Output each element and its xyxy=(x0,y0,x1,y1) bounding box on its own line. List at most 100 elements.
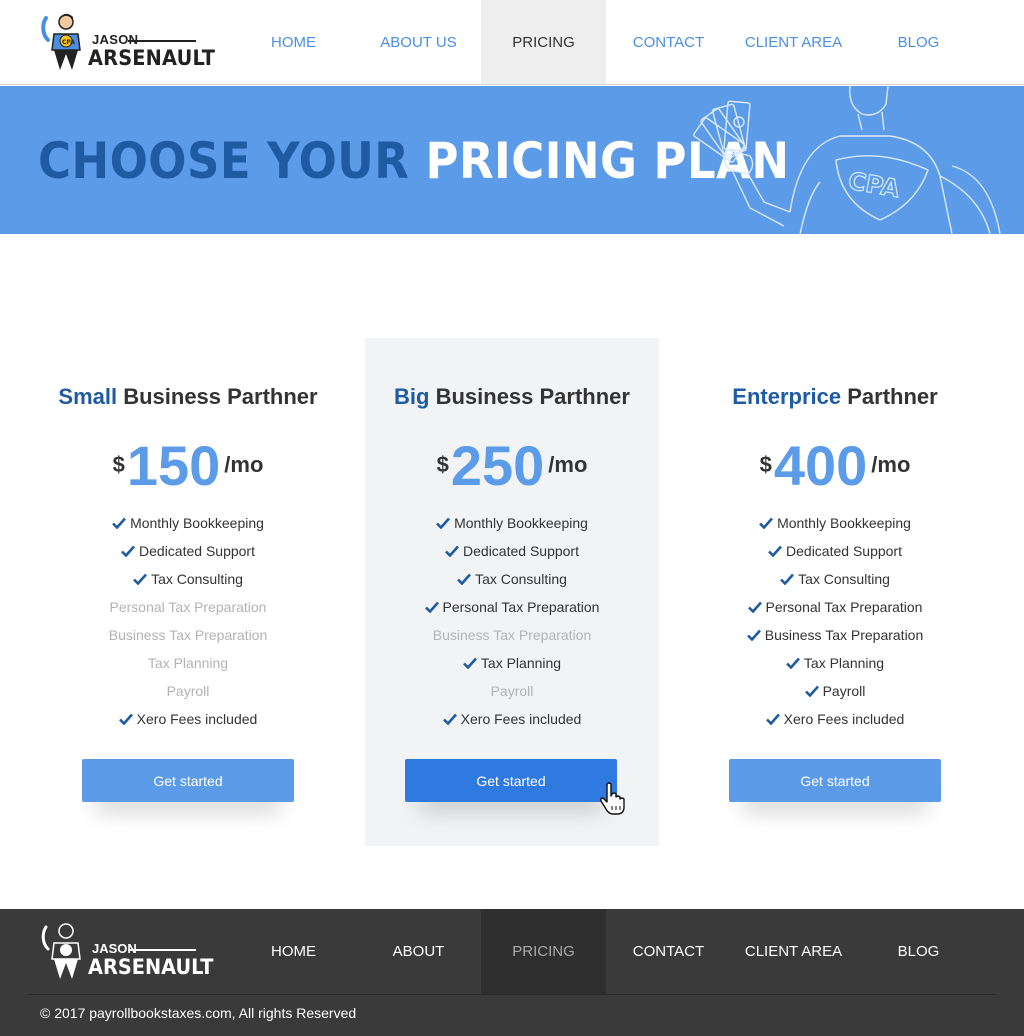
footer-brand-logo[interactable]: JASON ARSENAULT xyxy=(40,921,213,981)
feature-item: Tax Planning xyxy=(688,649,982,677)
feature-label: Business Tax Preparation xyxy=(764,627,924,643)
check-icon xyxy=(118,713,133,725)
mascot-logo-icon: CPA xyxy=(41,13,81,70)
footer-nav-home[interactable]: HOME xyxy=(231,909,356,994)
get-started-button[interactable]: Get started xyxy=(729,759,941,802)
check-icon xyxy=(759,517,774,529)
feature-list: Monthly Bookkeeping Dedicated Support Tax … xyxy=(41,509,335,733)
check-icon xyxy=(436,517,451,529)
feature-label: Tax Consulting xyxy=(151,571,243,587)
get-started-button[interactable]: Get started xyxy=(82,759,294,802)
nav-contact[interactable]: CONTACT xyxy=(606,0,731,84)
feature-item: Business Tax Preparation xyxy=(688,621,982,649)
mascot-logo-icon xyxy=(41,923,81,979)
feature-item: Tax Consulting xyxy=(41,565,335,593)
nav-blog[interactable]: BLOG xyxy=(856,0,981,84)
price-currency: $ xyxy=(759,452,772,477)
check-icon xyxy=(746,629,761,641)
check-icon xyxy=(133,573,148,585)
nav-about-us[interactable]: ABOUT US xyxy=(356,0,481,84)
hand-pointer-icon xyxy=(600,782,625,815)
check-icon xyxy=(768,545,782,557)
feature-label: Dedicated Support xyxy=(139,543,255,559)
title-dark-part: CHOOSE YOUR xyxy=(38,132,410,190)
site-footer: JASON ARSENAULT HOME ABOUT PRICING CONTA… xyxy=(0,909,1024,1036)
feature-label: Personal Tax Preparation xyxy=(109,599,267,615)
feature-label: Payroll xyxy=(490,683,534,699)
feature-item: Xero Fees included xyxy=(365,705,659,733)
price-amount: 250 xyxy=(450,434,545,497)
price-amount: 150 xyxy=(126,434,221,497)
feature-label: Tax Planning xyxy=(480,655,562,671)
feature-label: Xero Fees included xyxy=(136,711,258,727)
page-title: CHOOSE YOUR PRICING PLAN xyxy=(38,132,789,190)
check-icon xyxy=(804,685,819,697)
feature-label: Xero Fees included xyxy=(460,711,582,727)
feature-item: Personal Tax Preparation xyxy=(41,593,335,621)
feature-label: Xero Fees included xyxy=(783,711,905,727)
feature-label: Tax Planning xyxy=(803,655,885,671)
feature-label: Tax Planning xyxy=(147,655,229,671)
feature-label: Monthly Bookkeeping xyxy=(130,515,264,531)
nav-client-area[interactable]: CLIENT AREA xyxy=(731,0,856,84)
feature-label: Dedicated Support xyxy=(463,543,579,559)
feature-item: Xero Fees included xyxy=(688,705,982,733)
cpa-hero-icon: CPA xyxy=(693,86,1001,234)
site-header: CPA JASON ARSENAULT HOME ABOUT US PRICIN… xyxy=(0,0,1024,85)
footer-nav-pricing[interactable]: PRICING xyxy=(481,909,606,994)
footer-nav-about[interactable]: ABOUT xyxy=(356,909,481,994)
brand-logo[interactable]: CPA JASON ARSENAULT xyxy=(40,12,215,72)
feature-label: Dedicated Support xyxy=(786,543,902,559)
feature-label: Business Tax Preparation xyxy=(432,627,592,643)
nav-pricing[interactable]: PRICING xyxy=(481,0,606,84)
check-icon xyxy=(442,713,457,725)
feature-label: Tax Consulting xyxy=(475,571,567,587)
nav-home[interactable]: HOME xyxy=(231,0,356,84)
check-icon xyxy=(121,545,135,557)
plan-title-accent: Small xyxy=(58,384,118,409)
feature-label: Monthly Bookkeeping xyxy=(777,515,911,531)
plan-title-rest: Parthner xyxy=(841,384,938,409)
brand-line2: ARSENAULT xyxy=(88,955,214,979)
feature-label: Business Tax Preparation xyxy=(108,627,268,643)
feature-item: Monthly Bookkeeping xyxy=(41,509,335,537)
feature-item: Personal Tax Preparation xyxy=(688,593,982,621)
get-started-button[interactable]: Get started xyxy=(405,759,617,802)
footer-nav-contact[interactable]: CONTACT xyxy=(606,909,731,994)
check-icon xyxy=(780,573,795,585)
brand-rule xyxy=(128,40,196,42)
price-currency: $ xyxy=(112,452,125,477)
plan-card-small: Small Business Parthner $ 150 /mo Monthl… xyxy=(41,338,335,846)
hero-badge-text: CPA xyxy=(846,167,902,204)
plan-title-accent: Enterprice xyxy=(732,384,842,409)
svg-text:CPA: CPA xyxy=(62,39,75,46)
price-amount: 400 xyxy=(773,434,868,497)
feature-item: Business Tax Preparation xyxy=(41,621,335,649)
feature-item: Payroll xyxy=(365,677,659,705)
plan-card-big: Big Business Parthner $ 250 /mo Monthly … xyxy=(365,338,659,846)
feature-item: Dedicated Support xyxy=(688,537,982,565)
feature-label: Payroll xyxy=(822,683,866,699)
feature-item: Tax Planning xyxy=(41,649,335,677)
check-icon xyxy=(462,657,477,669)
plan-title-rest: Business Parthner xyxy=(117,384,318,409)
plan-title-accent: Big xyxy=(394,384,430,409)
feature-label: Tax Consulting xyxy=(798,571,890,587)
check-icon xyxy=(457,573,472,585)
feature-item: Dedicated Support xyxy=(365,537,659,565)
feature-item: Tax Consulting xyxy=(365,565,659,593)
footer-nav: HOME ABOUT PRICING CONTACT CLIENT AREA B… xyxy=(231,909,981,994)
footer-nav-blog[interactable]: BLOG xyxy=(856,909,981,994)
feature-list: Monthly Bookkeeping Dedicated Support Tax … xyxy=(688,509,982,733)
check-icon xyxy=(424,601,439,613)
check-icon xyxy=(747,601,762,613)
hero-banner: CHOOSE YOUR PRICING PLAN CPA xyxy=(0,86,1024,234)
plan-title-rest: Business Parthner xyxy=(429,384,630,409)
feature-item: Business Tax Preparation xyxy=(365,621,659,649)
plan-price: $ 150 /mo xyxy=(41,434,335,498)
brand-line2: ARSENAULT xyxy=(88,46,216,70)
footer-nav-client-area[interactable]: CLIENT AREA xyxy=(731,909,856,994)
plan-title: Enterprice Parthner xyxy=(688,384,982,410)
price-period: /mo xyxy=(224,452,264,477)
feature-item: Tax Consulting xyxy=(688,565,982,593)
